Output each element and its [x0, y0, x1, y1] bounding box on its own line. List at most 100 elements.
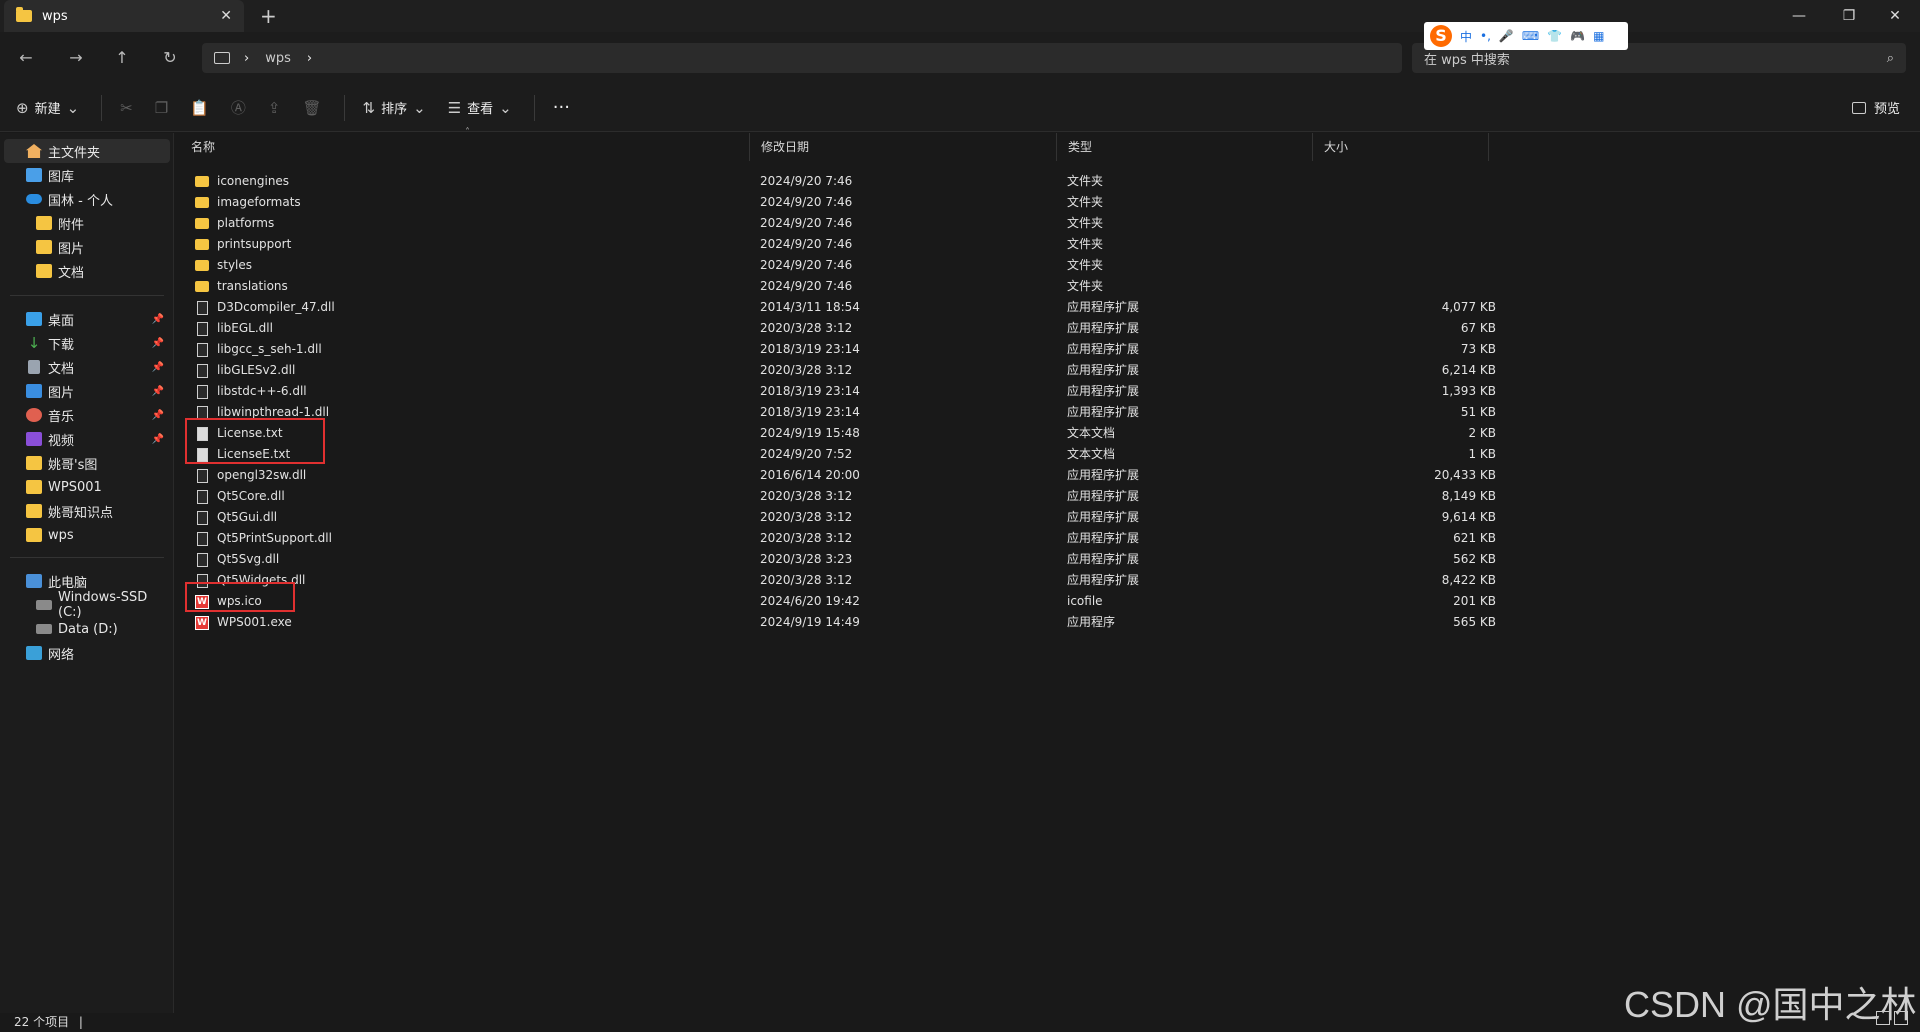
- copy-button[interactable]: ❐: [155, 99, 168, 117]
- file-name-cell[interactable]: imageformats: [195, 192, 301, 213]
- file-name-cell[interactable]: iconengines: [195, 171, 289, 192]
- skin-icon[interactable]: 👕: [1547, 29, 1562, 43]
- sidebar-item-documents-cloud[interactable]: 文档: [4, 259, 170, 283]
- pin-icon[interactable]: 📌: [152, 434, 164, 445]
- table-row[interactable]: Qt5PrintSupport.dll 2020/3/28 3:12 应用程序扩展 6…: [185, 528, 1496, 549]
- table-row[interactable]: Wwps.ico 2024/6/20 19:42 icofile 201 KB: [185, 591, 1496, 612]
- tiles-view-icon[interactable]: [1894, 1011, 1908, 1025]
- sogou-logo-icon[interactable]: S: [1430, 25, 1452, 47]
- table-row[interactable]: Qt5Widgets.dll 2020/3/28 3:12 应用程序扩展 8,422 …: [185, 570, 1496, 591]
- pin-icon[interactable]: 📌: [152, 362, 164, 373]
- address-bar[interactable]: › wps ›: [202, 43, 1402, 73]
- ime-mode[interactable]: 中: [1460, 28, 1472, 45]
- sidebar-item-wps001[interactable]: WPS001: [4, 475, 170, 499]
- table-row[interactable]: libgcc_s_seh-1.dll 2018/3/19 23:14 应用程序扩展 7…: [185, 339, 1496, 360]
- file-name-cell[interactable]: printsupport: [195, 234, 291, 255]
- table-row[interactable]: opengl32sw.dll 2016/6/14 20:00 应用程序扩展 20,43…: [185, 465, 1496, 486]
- sidebar-item-videos[interactable]: 视频 📌: [4, 427, 170, 451]
- column-header-name[interactable]: 名称: [185, 133, 750, 161]
- breadcrumb-chevron-icon[interactable]: ›: [307, 51, 312, 66]
- cut-button[interactable]: ✂: [120, 99, 133, 117]
- apps-grid-icon[interactable]: ▦: [1593, 29, 1604, 43]
- file-name-cell[interactable]: styles: [195, 255, 252, 276]
- maximize-button[interactable]: ❐: [1826, 0, 1872, 32]
- ime-toolbar[interactable]: S 中 •, 🎤 ⌨ 👕 🎮 ▦: [1424, 22, 1628, 50]
- breadcrumb-wps[interactable]: wps: [265, 51, 291, 66]
- table-row[interactable]: License.txt 2024/9/19 15:48 文本文档 2 KB: [185, 423, 1496, 444]
- table-row[interactable]: W WPS001.exe 2024/9/19 14:49 应用程序 565 KB: [185, 612, 1496, 633]
- sidebar-item-wps[interactable]: wps: [4, 523, 170, 547]
- table-row[interactable]: libwinpthread-1.dll 2018/3/19 23:14 应用程序扩展…: [185, 402, 1496, 423]
- table-row[interactable]: Qt5Gui.dll 2020/3/28 3:12 应用程序扩展 9,614 KB: [185, 507, 1496, 528]
- sidebar-item-desktop[interactable]: 桌面 📌: [4, 307, 170, 331]
- pin-icon[interactable]: 📌: [152, 386, 164, 397]
- microphone-icon[interactable]: 🎤: [1499, 29, 1514, 43]
- rename-button[interactable]: Ⓐ: [231, 97, 246, 118]
- pin-icon[interactable]: 📌: [152, 410, 164, 421]
- table-row[interactable]: iconengines 2024/9/20 7:46 文件夹: [185, 171, 1485, 192]
- table-row[interactable]: Qt5Svg.dll 2020/3/28 3:23 应用程序扩展 562 KB: [185, 549, 1496, 570]
- sidebar-item-gallery[interactable]: 图库: [4, 163, 170, 187]
- file-name-cell[interactable]: Qt5PrintSupport.dll: [195, 528, 332, 549]
- pin-icon[interactable]: 📌: [152, 338, 164, 349]
- file-name-cell[interactable]: Qt5Core.dll: [195, 486, 285, 507]
- file-name-cell[interactable]: libEGL.dll: [195, 318, 273, 339]
- file-name-cell[interactable]: libGLESv2.dll: [195, 360, 295, 381]
- sidebar-item-home[interactable]: 主文件夹: [4, 139, 170, 163]
- sidebar-item-drive-c[interactable]: Windows-SSD (C:): [4, 590, 170, 620]
- details-view-icon[interactable]: [1876, 1011, 1890, 1025]
- breadcrumb-chevron-icon[interactable]: ›: [244, 51, 249, 66]
- more-options-button[interactable]: ···: [553, 97, 570, 118]
- table-row[interactable]: libGLESv2.dll 2020/3/28 3:12 应用程序扩展 6,214 K…: [185, 360, 1496, 381]
- search-icon[interactable]: ⌕: [1887, 51, 1894, 66]
- table-row[interactable]: styles 2024/9/20 7:46 文件夹: [185, 255, 1485, 276]
- table-row[interactable]: Qt5Core.dll 2020/3/28 3:12 应用程序扩展 8,149 KB: [185, 486, 1496, 507]
- sidebar-item-yaoge-notes[interactable]: 姚哥知识点: [4, 499, 170, 523]
- minimize-button[interactable]: —: [1776, 0, 1822, 32]
- table-row[interactable]: translations 2024/9/20 7:46 文件夹: [185, 276, 1485, 297]
- keyboard-icon[interactable]: ⌨: [1522, 29, 1539, 43]
- table-row[interactable]: libstdc++-6.dll 2018/3/19 23:14 应用程序扩展 1,39…: [185, 381, 1496, 402]
- refresh-icon[interactable]: ↻: [158, 46, 182, 70]
- sidebar-item-network[interactable]: 网络: [4, 641, 170, 665]
- column-header-date[interactable]: 修改日期: [755, 133, 1057, 161]
- sidebar-item-documents[interactable]: 文档 📌: [4, 355, 170, 379]
- column-header-size[interactable]: 大小: [1318, 133, 1489, 161]
- new-tab-button[interactable]: +: [260, 4, 277, 28]
- tab-close-icon[interactable]: ✕: [220, 8, 232, 24]
- sidebar-item-downloads[interactable]: ↓ 下载 📌: [4, 331, 170, 355]
- delete-button[interactable]: 🗑: [302, 99, 321, 117]
- sort-button[interactable]: ⇅ 排序 ⌄: [363, 98, 426, 118]
- file-name-cell[interactable]: libstdc++-6.dll: [195, 381, 307, 402]
- file-name-cell[interactable]: libgcc_s_seh-1.dll: [195, 339, 322, 360]
- file-name-cell[interactable]: Qt5Gui.dll: [195, 507, 277, 528]
- file-name-cell[interactable]: translations: [195, 276, 288, 297]
- table-row[interactable]: imageformats 2024/9/20 7:46 文件夹: [185, 192, 1485, 213]
- table-row[interactable]: platforms 2024/9/20 7:46 文件夹: [185, 213, 1485, 234]
- gamepad-icon[interactable]: 🎮: [1570, 29, 1585, 43]
- sidebar-item-yaoge-pictures[interactable]: 姚哥's图: [4, 451, 170, 475]
- preview-pane-button[interactable]: 预览: [1851, 98, 1900, 117]
- share-button[interactable]: ⇪: [268, 99, 281, 117]
- table-row[interactable]: LicenseE.txt 2024/9/20 7:52 文本文档 1 KB: [185, 444, 1496, 465]
- sidebar-item-drive-d[interactable]: Data (D:): [4, 617, 170, 641]
- sidebar-item-onedrive[interactable]: 国林 - 个人: [4, 187, 170, 211]
- paste-button[interactable]: 📋: [190, 99, 209, 117]
- sidebar-item-attachments[interactable]: 附件: [4, 211, 170, 235]
- pin-icon[interactable]: 📌: [152, 314, 164, 325]
- back-arrow-icon[interactable]: ←: [14, 46, 38, 70]
- file-name-cell[interactable]: W WPS001.exe: [195, 612, 292, 633]
- file-name-cell[interactable]: opengl32sw.dll: [195, 465, 306, 486]
- sidebar-item-pictures-cloud[interactable]: 图片: [4, 235, 170, 259]
- new-button[interactable]: ⊕ 新建 ⌄: [16, 98, 79, 118]
- view-button[interactable]: ☰ 查看 ⌄: [448, 98, 512, 118]
- forward-arrow-icon[interactable]: →: [64, 46, 88, 70]
- file-name-cell[interactable]: Qt5Svg.dll: [195, 549, 279, 570]
- ime-punctuation[interactable]: •,: [1480, 29, 1491, 43]
- file-name-cell[interactable]: D3Dcompiler_47.dll: [195, 297, 335, 318]
- sidebar-item-music[interactable]: 音乐 📌: [4, 403, 170, 427]
- table-row[interactable]: printsupport 2024/9/20 7:46 文件夹: [185, 234, 1485, 255]
- table-row[interactable]: D3Dcompiler_47.dll 2014/3/11 18:54 应用程序扩展 4…: [185, 297, 1496, 318]
- close-window-button[interactable]: ✕: [1872, 0, 1918, 32]
- column-header-type[interactable]: 类型: [1062, 133, 1313, 161]
